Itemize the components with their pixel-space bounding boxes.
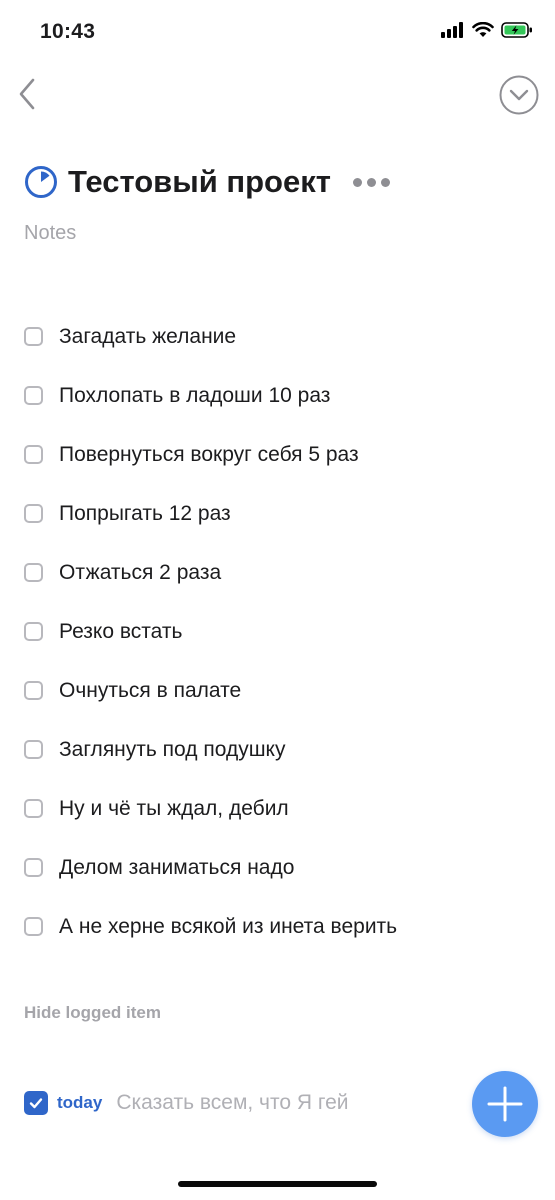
task-title: Делом заниматься надо	[59, 855, 295, 879]
task-checkbox[interactable]	[24, 681, 43, 700]
plus-icon	[487, 1086, 523, 1122]
task-checkbox[interactable]	[24, 917, 43, 936]
logged-item-title: Сказать всем, что Я гей	[116, 1091, 349, 1114]
hide-logged-toggle[interactable]: Hide logged item	[24, 1003, 161, 1023]
cellular-signal-icon	[441, 22, 465, 43]
task-title: Ну и чё ты ждал, дебил	[59, 796, 289, 820]
checkbox-checked[interactable]	[24, 1091, 48, 1115]
task-title: А не херне всякой из инета верить	[59, 914, 398, 938]
task-item[interactable]: Похлопать в ладоши 10 раз	[24, 366, 534, 425]
logged-item[interactable]: today Сказать всем, что Я гей	[24, 1086, 349, 1120]
circle-chevron-down-icon	[499, 75, 539, 115]
task-item[interactable]: А не херне всякой из инета верить	[24, 897, 534, 956]
status-icons	[441, 21, 533, 43]
wifi-icon	[472, 21, 494, 43]
page-title[interactable]: Тестовый проект	[68, 164, 331, 200]
task-title: Повернуться вокруг себя 5 раз	[59, 442, 359, 466]
task-checkbox[interactable]	[24, 563, 43, 582]
project-progress-icon	[24, 165, 58, 199]
task-title: Отжаться 2 раза	[59, 560, 222, 584]
collapse-button[interactable]	[499, 75, 539, 115]
task-checkbox[interactable]	[24, 445, 43, 464]
task-item[interactable]: Ну и чё ты ждал, дебил	[24, 779, 534, 838]
task-item[interactable]: Загадать желание	[24, 307, 534, 366]
battery-charging-icon	[501, 22, 533, 43]
task-item[interactable]: Очнуться в палате	[24, 661, 534, 720]
status-time: 10:43	[40, 20, 96, 43]
back-button[interactable]	[12, 74, 42, 114]
when-label: today	[57, 1093, 103, 1112]
task-list: Загадать желание Похлопать в ладоши 10 ра…	[24, 307, 534, 956]
task-title: Похлопать в ладоши 10 раз	[59, 383, 331, 407]
task-title: Загадать желание	[59, 324, 237, 348]
task-checkbox[interactable]	[24, 386, 43, 405]
task-checkbox[interactable]	[24, 622, 43, 641]
task-title: Очнуться в палате	[59, 678, 242, 702]
task-checkbox[interactable]	[24, 504, 43, 523]
task-item[interactable]: Отжаться 2 раза	[24, 543, 534, 602]
task-checkbox[interactable]	[24, 740, 43, 759]
task-title: Заглянуть под подушку	[59, 737, 286, 761]
home-indicator	[178, 1181, 377, 1187]
checkmark-icon	[29, 1098, 43, 1109]
task-item[interactable]: Повернуться вокруг себя 5 раз	[24, 425, 534, 484]
task-item[interactable]: Заглянуть под подушку	[24, 720, 534, 779]
task-checkbox[interactable]	[24, 327, 43, 346]
notes-field[interactable]: Notes	[24, 222, 76, 245]
more-options-button[interactable]	[351, 172, 392, 192]
task-item[interactable]: Попрыгать 12 раз	[24, 484, 534, 543]
task-title: Попрыгать 12 раз	[59, 501, 231, 525]
chevron-left-icon	[19, 78, 35, 110]
project-header: Тестовый проект	[24, 160, 392, 204]
add-task-button[interactable]	[472, 1071, 538, 1137]
task-title: Резко встать	[59, 619, 183, 643]
task-checkbox[interactable]	[24, 799, 43, 818]
task-checkbox[interactable]	[24, 858, 43, 877]
task-item[interactable]: Резко встать	[24, 602, 534, 661]
task-item[interactable]: Делом заниматься надо	[24, 838, 534, 897]
more-horizontal-icon	[352, 177, 362, 187]
status-bar: 10:43	[0, 0, 555, 64]
